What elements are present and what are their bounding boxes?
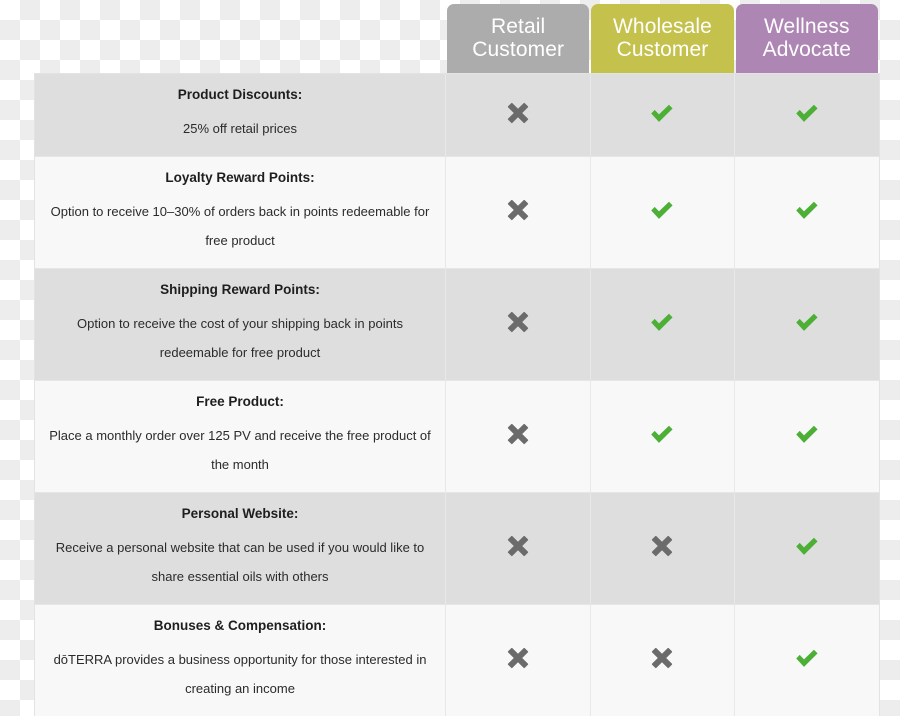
column-header-wellness-line2: Advocate xyxy=(763,38,851,61)
mark-cell-wellness xyxy=(735,381,879,493)
benefit-description: Loyalty Reward Points: Option to receive … xyxy=(35,157,445,268)
check-icon xyxy=(647,195,677,225)
benefit-description-cell: Personal Website: Receive a personal webs… xyxy=(35,493,446,605)
benefit-description: Free Product: Place a monthly order over … xyxy=(35,381,445,492)
cross-icon xyxy=(503,419,533,449)
table-row: Loyalty Reward Points: Option to receive … xyxy=(35,157,879,269)
check-icon xyxy=(647,98,677,128)
benefit-description: Shipping Reward Points: Option to receive… xyxy=(35,269,445,380)
mark-cell-wellness xyxy=(735,74,879,157)
benefit-title: Loyalty Reward Points: xyxy=(49,169,431,186)
mark-cell-retail xyxy=(446,493,591,605)
cross-icon xyxy=(503,307,533,337)
benefit-title: Bonuses & Compensation: xyxy=(49,617,431,634)
cross-icon xyxy=(503,98,533,128)
mark-cell-wellness xyxy=(735,493,879,605)
column-header-wellness-line1: Wellness xyxy=(763,15,851,38)
check-icon xyxy=(647,307,677,337)
benefit-description-cell: Product Discounts: 25% off retail prices xyxy=(35,74,446,157)
benefit-description-cell: Bonuses & Compensation: dōTERRA provides … xyxy=(35,605,446,716)
check-icon xyxy=(792,419,822,449)
benefit-description-cell: Loyalty Reward Points: Option to receive … xyxy=(35,157,446,269)
column-header-retail: Retail Customer xyxy=(447,4,589,74)
benefit-description: Bonuses & Compensation: dōTERRA provides … xyxy=(35,605,445,716)
benefit-body: Option to receive the cost of your shipp… xyxy=(49,309,431,367)
column-header-wellness: Wellness Advocate xyxy=(736,4,878,74)
cross-icon xyxy=(647,531,677,561)
mark-cell-retail xyxy=(446,74,591,157)
mark-cell-wholesale xyxy=(590,493,735,605)
table-row: Shipping Reward Points: Option to receive… xyxy=(35,269,879,381)
mark-cell-wholesale xyxy=(590,269,735,381)
mark-cell-retail xyxy=(446,381,591,493)
mark-cell-retail xyxy=(446,269,591,381)
mark-cell-wellness xyxy=(735,605,879,716)
mark-cell-wellness xyxy=(735,269,879,381)
benefit-body: Place a monthly order over 125 PV and re… xyxy=(49,421,431,479)
cross-icon xyxy=(503,195,533,225)
cross-icon xyxy=(503,643,533,673)
table-row: Product Discounts: 25% off retail prices xyxy=(35,74,879,157)
table-row: Personal Website: Receive a personal webs… xyxy=(35,493,879,605)
check-icon xyxy=(647,419,677,449)
mark-cell-retail xyxy=(446,157,591,269)
benefit-title: Free Product: xyxy=(49,393,431,410)
mark-cell-wholesale xyxy=(590,605,735,716)
mark-cell-wholesale xyxy=(590,74,735,157)
benefit-description: Personal Website: Receive a personal webs… xyxy=(35,493,445,604)
column-header-retail-line1: Retail xyxy=(472,15,564,38)
benefit-title: Shipping Reward Points: xyxy=(49,281,431,298)
check-icon xyxy=(792,307,822,337)
column-header-wholesale-line1: Wholesale xyxy=(613,15,712,38)
check-icon xyxy=(792,643,822,673)
cross-icon xyxy=(503,531,533,561)
benefit-title: Personal Website: xyxy=(49,505,431,522)
benefit-description-cell: Free Product: Place a monthly order over … xyxy=(35,381,446,493)
check-icon xyxy=(792,195,822,225)
mark-cell-wellness xyxy=(735,157,879,269)
benefit-title: Product Discounts: xyxy=(49,86,431,103)
benefits-table: Product Discounts: 25% off retail prices L… xyxy=(35,74,879,716)
benefit-body: dōTERRA provides a business opportunity … xyxy=(49,645,431,703)
table-row: Bonuses & Compensation: dōTERRA provides … xyxy=(35,605,879,716)
table-row: Free Product: Place a monthly order over … xyxy=(35,381,879,493)
mark-cell-wholesale xyxy=(590,157,735,269)
benefit-body: Option to receive 10–30% of orders back … xyxy=(49,197,431,255)
column-header-retail-line2: Customer xyxy=(472,38,564,61)
column-header-wholesale: Wholesale Customer xyxy=(591,4,733,74)
benefit-body: Receive a personal website that can be u… xyxy=(49,533,431,591)
benefit-description: Product Discounts: 25% off retail prices xyxy=(35,74,445,156)
mark-cell-wholesale xyxy=(590,381,735,493)
benefit-description-cell: Shipping Reward Points: Option to receive… xyxy=(35,269,446,381)
benefit-body: 25% off retail prices xyxy=(49,114,431,143)
column-headers: Retail Customer Wholesale Customer Welln… xyxy=(447,4,878,74)
cross-icon xyxy=(647,643,677,673)
column-header-wholesale-line2: Customer xyxy=(613,38,712,61)
check-icon xyxy=(792,98,822,128)
comparison-chart: Retail Customer Wholesale Customer Welln… xyxy=(0,0,900,580)
check-icon xyxy=(792,531,822,561)
mark-cell-retail xyxy=(446,605,591,716)
